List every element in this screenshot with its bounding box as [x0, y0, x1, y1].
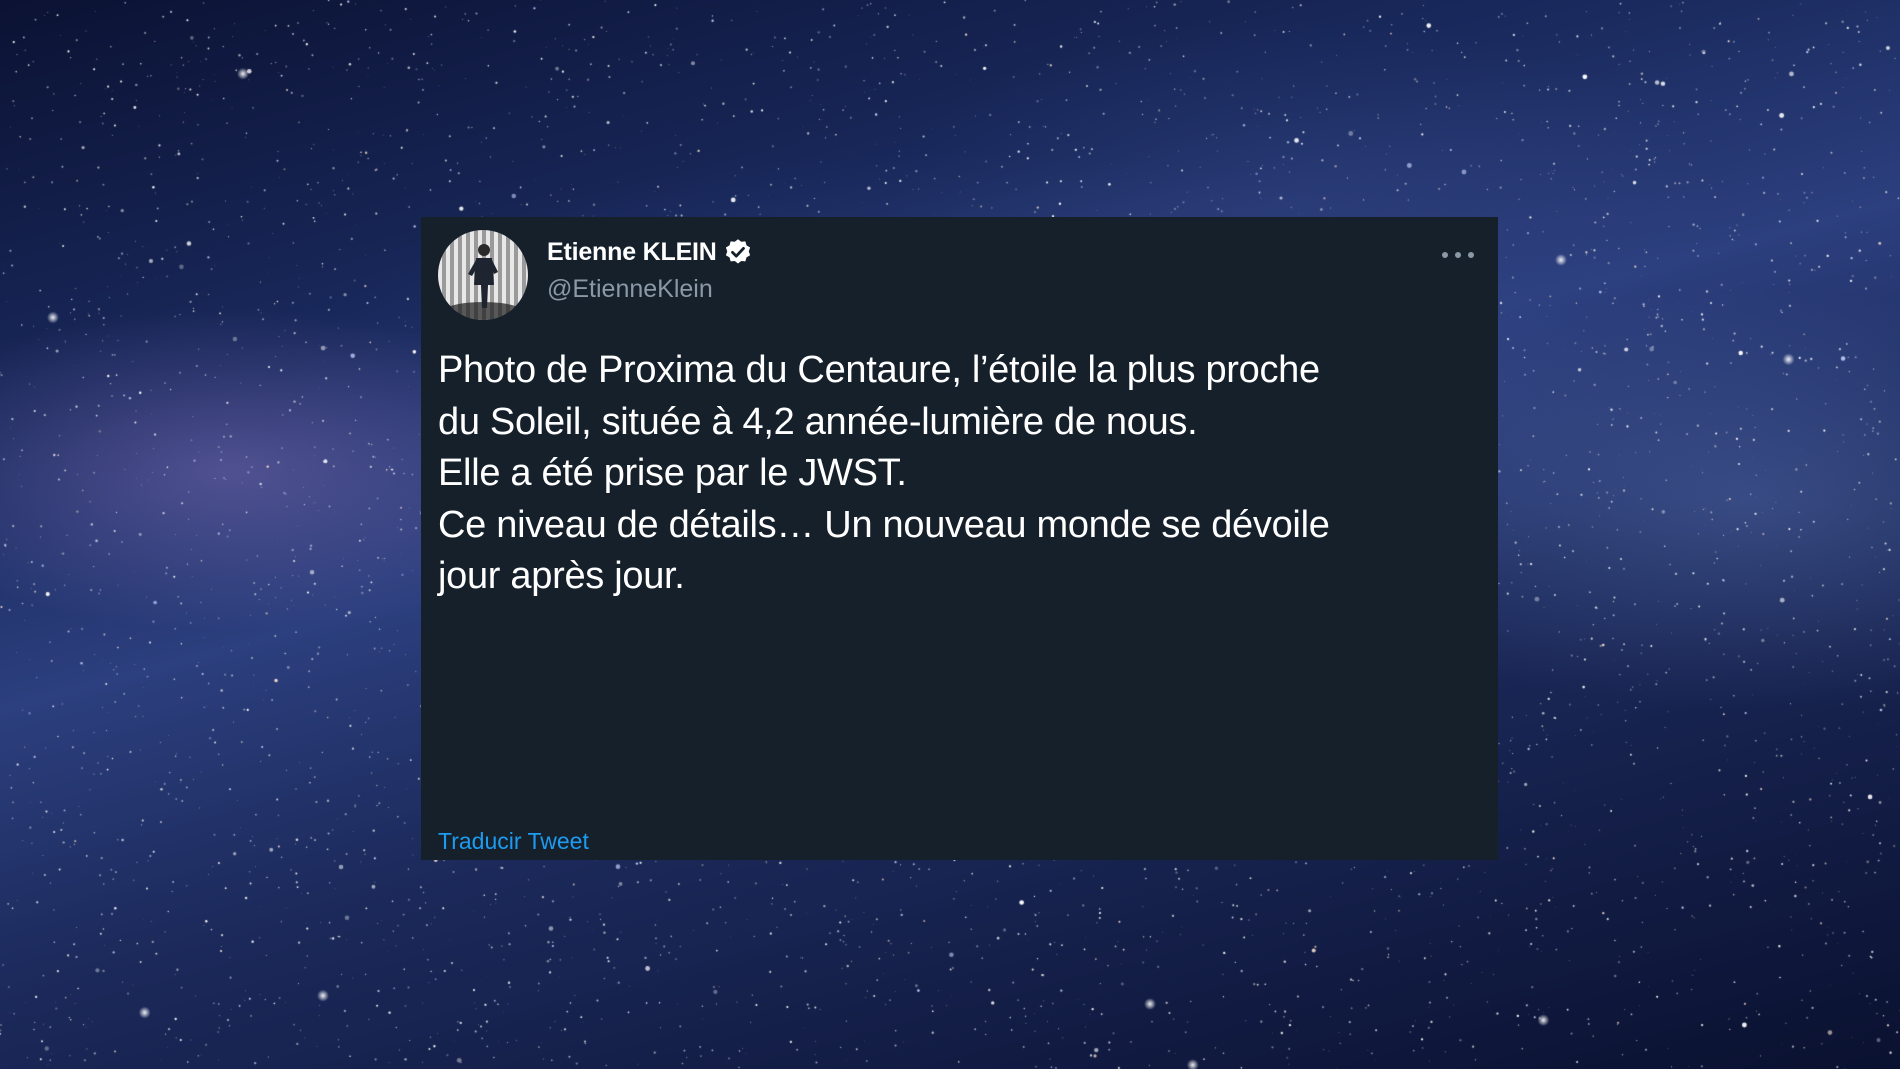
more-horizontal-icon[interactable] — [1442, 247, 1474, 263]
tweet-text-line: Elle a été prise par le JWST. — [438, 452, 907, 494]
avatar[interactable] — [438, 230, 528, 320]
tweet-text-line: du Soleil, située à 4,2 année-lumière de… — [438, 400, 1198, 443]
author-name-row[interactable]: Etienne KLEIN — [547, 237, 753, 267]
tweet-text-line: jour après jour. — [438, 555, 685, 597]
more-dot — [1442, 252, 1448, 258]
more-dot — [1455, 252, 1461, 258]
tweet-text: Photo de Proxima du Centaure, l’étoile l… — [438, 345, 1478, 603]
avatar-photo-icon — [443, 244, 523, 320]
tweet-text-line: Photo de Proxima du Centaure, l’étoile l… — [438, 349, 1320, 391]
tweet-text-line: Ce niveau de détails… Un nouveau monde s… — [438, 503, 1330, 546]
more-dot — [1468, 252, 1474, 258]
author-handle[interactable]: @EtienneKlein — [547, 275, 713, 304]
verified-badge-icon — [723, 237, 753, 267]
translate-tweet-link[interactable]: Traducir Tweet — [438, 828, 589, 855]
author-display-name[interactable]: Etienne KLEIN — [547, 238, 717, 267]
tweet-card[interactable]: Etienne KLEIN @EtienneKlein Photo de Pro… — [421, 217, 1498, 860]
